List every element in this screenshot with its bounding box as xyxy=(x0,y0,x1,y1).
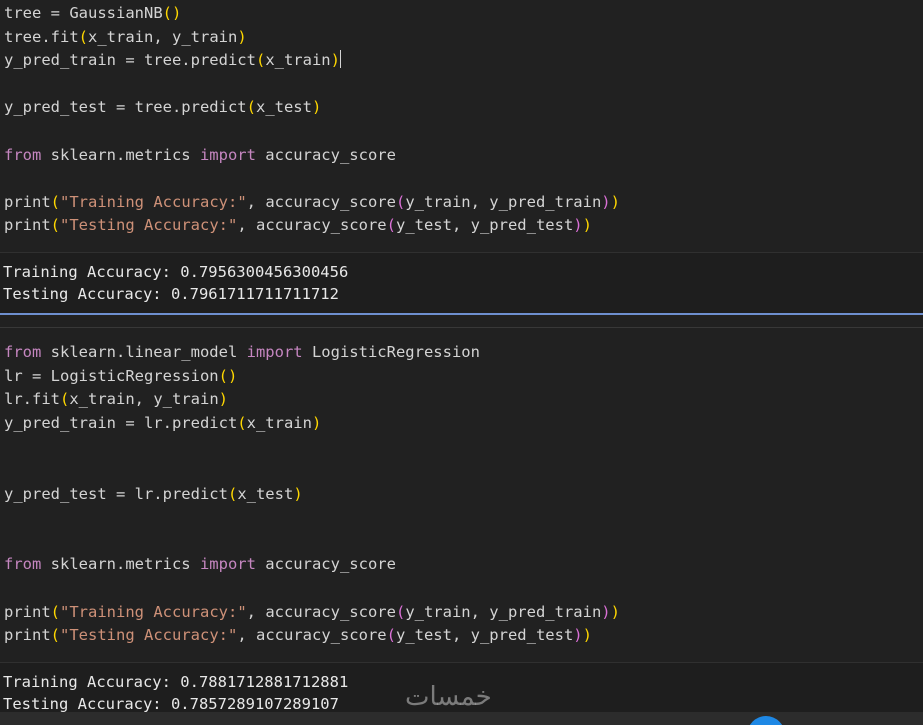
code-token: ) xyxy=(582,216,592,235)
code-token: "Testing Accuracy:" xyxy=(60,216,238,235)
code-token: lr = LogisticRegression xyxy=(4,366,219,385)
code-token: y_pred_test = tree.predict xyxy=(4,98,247,117)
code-token: accuracy_score xyxy=(255,555,396,574)
code-token: y_test, y_pred_test xyxy=(395,216,574,235)
code-token: ( xyxy=(255,51,266,70)
code-token: import xyxy=(199,145,256,164)
code-token: "Training Accuracy:" xyxy=(60,602,247,621)
active-cell-border xyxy=(0,313,923,315)
code-token: ( xyxy=(395,602,406,621)
code-token: ) xyxy=(610,192,620,211)
output-line: Training Accuracy: 0.7956300456300456 xyxy=(3,263,349,281)
code-token: LogisticRegression xyxy=(302,343,480,361)
code-token: ( xyxy=(237,413,247,432)
code-token: ( xyxy=(227,484,238,503)
code-token: x_train xyxy=(246,413,312,432)
code-token: tree = xyxy=(4,4,70,22)
code-token: x_train, y_train xyxy=(88,27,238,46)
code-token: ) xyxy=(218,390,228,409)
bottom-bar xyxy=(0,712,923,725)
code-token: sklearn.metrics xyxy=(41,145,200,164)
code-token: ( xyxy=(386,216,396,235)
code-token: ) xyxy=(311,413,322,432)
code-token: ( xyxy=(78,27,88,46)
code-token: y_train, y_pred_train xyxy=(405,602,602,621)
code-token: x_train xyxy=(265,51,331,70)
code-token: from xyxy=(4,343,42,361)
code-token: ) xyxy=(610,602,620,621)
code-token: x_train, y_train xyxy=(69,390,219,409)
code-token: tree.fit xyxy=(4,27,79,46)
code-token: , accuracy_score xyxy=(246,602,396,621)
code-token: accuracy_score xyxy=(255,145,396,164)
code-line[interactable]: y_pred_test = lr.predict(x_test) xyxy=(4,482,303,506)
output-cell-1: Training Accuracy: 0.7956300456300456 Tes… xyxy=(0,252,923,314)
code-token: ) xyxy=(237,27,247,46)
code-token: ) xyxy=(582,626,592,645)
code-token: y_pred_train = lr.predict xyxy=(4,413,238,432)
code-token: ( xyxy=(50,602,61,621)
code-line[interactable]: tree = GaussianNB() xyxy=(4,1,181,25)
code-token: import xyxy=(199,555,256,574)
code-cell-1[interactable]: tree = GaussianNB() tree.fit(x_train, y_t… xyxy=(0,0,923,252)
code-token: "Training Accuracy:" xyxy=(60,192,247,211)
code-token: y_pred_test = lr.predict xyxy=(4,484,228,503)
code-line[interactable]: print("Testing Accuracy:", accuracy_scor… xyxy=(4,213,592,237)
code-line[interactable]: y_pred_train = lr.predict(x_train) xyxy=(4,411,321,435)
code-token: ) xyxy=(573,216,583,235)
code-token: "Testing Accuracy:" xyxy=(60,626,238,645)
code-token: , accuracy_score xyxy=(237,216,387,235)
code-token: y_train, y_pred_train xyxy=(405,192,602,211)
code-token: import xyxy=(246,343,303,361)
code-token: lr.fit xyxy=(4,390,60,409)
code-token: ) xyxy=(311,98,322,117)
code-token: ( xyxy=(246,98,256,117)
code-token: print xyxy=(4,192,51,211)
code-token: y_test, y_pred_test xyxy=(395,626,574,645)
code-token: ( xyxy=(395,192,406,211)
code-token: x_test xyxy=(255,98,312,117)
code-token: from xyxy=(4,555,42,574)
code-token: from xyxy=(4,145,42,164)
code-token: () xyxy=(162,4,182,22)
code-token: ) xyxy=(330,51,340,70)
code-token: ) xyxy=(601,192,611,211)
code-token: print xyxy=(4,626,51,645)
text-cursor xyxy=(339,50,341,69)
output-line: Training Accuracy: 0.7881712881712881 xyxy=(3,673,349,691)
code-line[interactable]: y_pred_train = tree.predict(x_train) xyxy=(4,48,341,72)
code-token: ) xyxy=(293,484,303,503)
code-line[interactable]: print("Training Accuracy:", accuracy_sco… xyxy=(4,190,620,214)
output-line: Testing Accuracy: 0.7961711711711712 xyxy=(3,284,339,303)
code-token: sklearn.linear_model xyxy=(41,343,247,361)
code-token: , accuracy_score xyxy=(237,626,387,645)
code-token: ( xyxy=(50,626,61,645)
watermark-logo: خمسات xyxy=(405,682,492,712)
code-token: ) xyxy=(573,626,583,645)
code-token: GaussianNB xyxy=(69,4,163,22)
code-cell-2[interactable]: from sklearn.linear_model import Logisti… xyxy=(0,328,923,662)
code-token: () xyxy=(218,366,238,385)
code-token: ( xyxy=(386,626,396,645)
code-token: ( xyxy=(50,192,61,211)
code-line[interactable]: lr.fit(x_train, y_train) xyxy=(4,387,228,411)
code-line[interactable]: from sklearn.metrics import accuracy_sco… xyxy=(4,143,396,167)
code-token: sklearn.metrics xyxy=(41,555,200,574)
code-line[interactable]: print("Training Accuracy:", accuracy_sco… xyxy=(4,600,620,624)
code-token: y_pred_train = tree.predict xyxy=(4,51,256,70)
code-token: , accuracy_score xyxy=(246,192,396,211)
code-line[interactable]: tree.fit(x_train, y_train) xyxy=(4,25,247,49)
code-line[interactable]: from sklearn.linear_model import Logisti… xyxy=(4,340,480,364)
code-line[interactable]: lr = LogisticRegression() xyxy=(4,364,237,388)
code-token: ( xyxy=(50,216,61,235)
code-token: x_test xyxy=(237,484,294,503)
code-token: print xyxy=(4,602,51,621)
code-token: print xyxy=(4,216,51,235)
code-line[interactable]: y_pred_test = tree.predict(x_test) xyxy=(4,95,321,119)
code-token: ( xyxy=(60,390,70,409)
code-token: ) xyxy=(601,602,611,621)
code-line[interactable]: from sklearn.metrics import accuracy_sco… xyxy=(4,552,396,576)
code-line[interactable]: print("Testing Accuracy:", accuracy_scor… xyxy=(4,623,592,647)
